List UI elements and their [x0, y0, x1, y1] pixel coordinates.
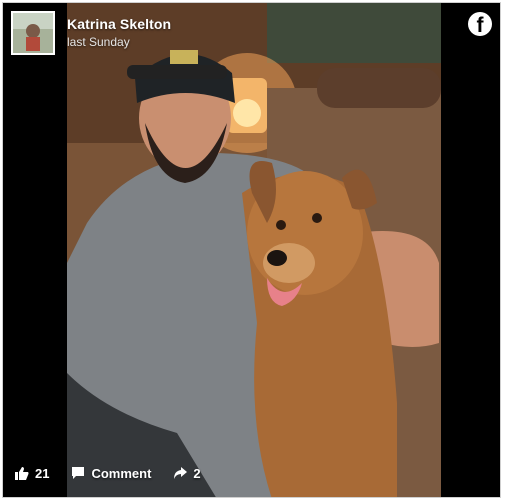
like-count: 21 [35, 465, 50, 481]
facebook-logo-icon[interactable]: f [468, 12, 492, 37]
like-button[interactable]: 21 [15, 466, 49, 481]
share-arrow-icon [173, 466, 188, 480]
post-timestamp[interactable]: last Sunday [67, 35, 130, 49]
post-actions: 21 Comment 2 [15, 463, 201, 483]
thumbs-up-icon [15, 466, 29, 480]
facebook-post-embed: Katrina Skelton last Sunday f 21 Comment [2, 2, 501, 498]
avatar-image [13, 13, 53, 53]
comment-label: Comment [91, 465, 152, 481]
share-button[interactable]: 2 [173, 465, 201, 481]
comment-icon [71, 466, 85, 480]
comment-button[interactable]: Comment [71, 466, 151, 481]
share-count: 2 [193, 465, 201, 481]
author-avatar[interactable] [11, 11, 55, 55]
post-header: Katrina Skelton last Sunday [11, 11, 500, 57]
post-photo[interactable] [67, 3, 441, 497]
post-photo-illustration [67, 3, 441, 497]
author-name[interactable]: Katrina Skelton [67, 16, 171, 32]
